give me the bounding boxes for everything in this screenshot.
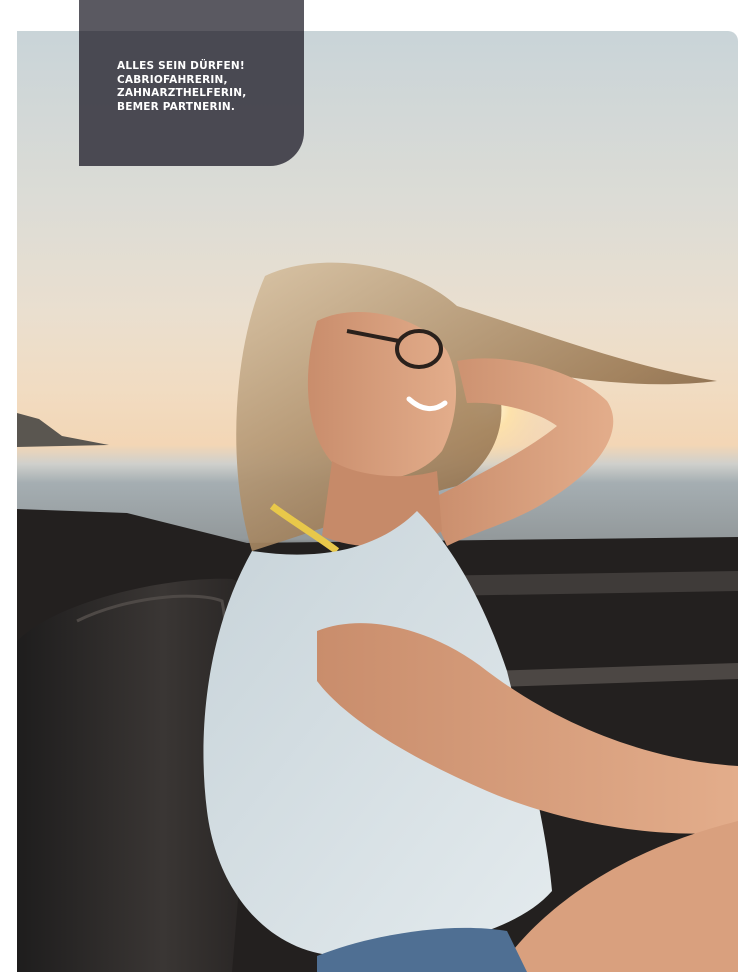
caption-line-3: ZAHNARZTHELFERIN,	[117, 87, 247, 99]
caption-line-1: ALLES SEIN DÜRFEN!	[117, 60, 245, 72]
convertible-woman-photo	[17, 31, 738, 972]
photo-illustration	[17, 262, 738, 972]
headland	[17, 413, 109, 447]
caption-line-4: BEMER PARTNERIN.	[117, 100, 236, 113]
caption-line-2: CABRIOFAHRERIN,	[117, 73, 228, 86]
caption-top-strip	[79, 0, 304, 31]
page: ALLES SEIN DÜRFEN! CABRIOFAHRERIN, ZAHNA…	[0, 0, 738, 972]
caption-box: ALLES SEIN DÜRFEN! CABRIOFAHRERIN, ZAHNA…	[79, 0, 304, 166]
